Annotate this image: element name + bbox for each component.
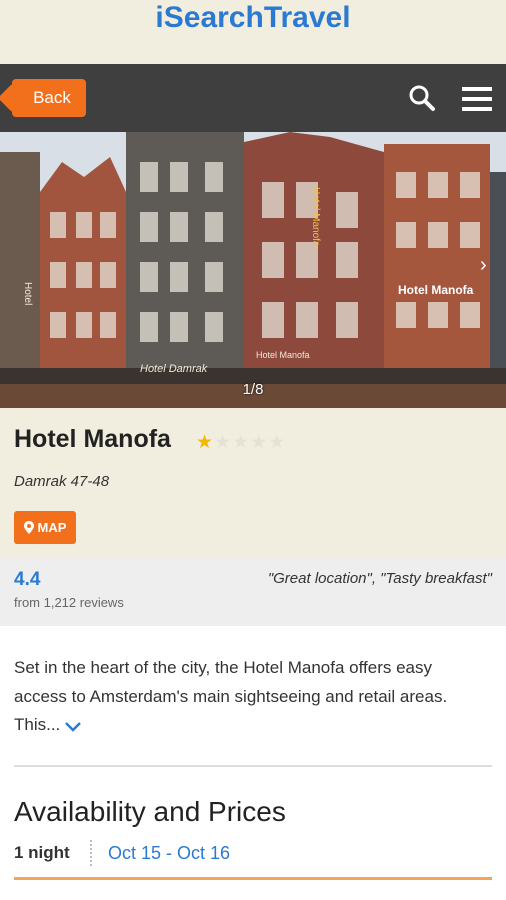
star-icon: ★ bbox=[250, 432, 269, 453]
star-icon: ★ bbox=[196, 432, 215, 453]
chevron-down-icon[interactable] bbox=[64, 720, 82, 732]
map-button-label: MAP bbox=[37, 520, 67, 535]
stay-dates[interactable]: Oct 15 - Oct 16 bbox=[108, 843, 230, 864]
star-icon: ★ bbox=[232, 432, 251, 453]
hamburger-menu-icon[interactable] bbox=[462, 85, 492, 113]
back-button-label: Back bbox=[33, 88, 71, 107]
map-button[interactable]: MAP bbox=[14, 511, 76, 544]
sign-right: Hotel Manofa bbox=[398, 283, 474, 297]
hotel-photo-illustration: Hotel Hotel Damrak Hotel Manofa Hotel Ma… bbox=[0, 132, 506, 408]
sign-left: Hotel bbox=[22, 282, 33, 305]
review-highlights: "Great location", "Tasty breakfast" bbox=[267, 570, 492, 587]
app-header: iSearchTravel bbox=[0, 0, 506, 64]
chevron-right-icon[interactable]: › bbox=[480, 254, 487, 277]
star-rating: ★★★★★ bbox=[196, 431, 286, 454]
divider bbox=[14, 765, 492, 767]
search-icon[interactable] bbox=[408, 84, 436, 112]
rating-score: 4.4 bbox=[14, 569, 41, 590]
app-title: iSearchTravel bbox=[155, 1, 351, 34]
availability-title: Availability and Prices bbox=[14, 796, 286, 827]
separator bbox=[90, 840, 92, 866]
star-icon: ★ bbox=[214, 432, 233, 453]
sign-small: Hotel Manofa bbox=[256, 350, 310, 360]
hotel-name: Hotel Manofa bbox=[14, 425, 171, 453]
nights-count[interactable]: 1 night bbox=[14, 843, 70, 863]
photo-counter: 1/8 bbox=[242, 381, 264, 398]
star-icon: ★ bbox=[268, 432, 287, 453]
sign-vertical: Hotel Manofa bbox=[310, 187, 321, 247]
rating-bar[interactable] bbox=[0, 558, 506, 626]
hotel-address: Damrak 47-48 bbox=[14, 473, 110, 490]
accent-divider bbox=[14, 877, 492, 880]
hotel-photo[interactable]: Hotel Hotel Damrak Hotel Manofa Hotel Ma… bbox=[0, 132, 506, 408]
sign-damrak: Hotel Damrak bbox=[140, 363, 208, 375]
hotel-description: Set in the heart of the city, the Hotel … bbox=[14, 654, 484, 740]
back-button[interactable]: Back bbox=[12, 79, 86, 117]
map-pin-icon bbox=[23, 521, 34, 534]
review-count: from 1,212 reviews bbox=[14, 595, 124, 610]
